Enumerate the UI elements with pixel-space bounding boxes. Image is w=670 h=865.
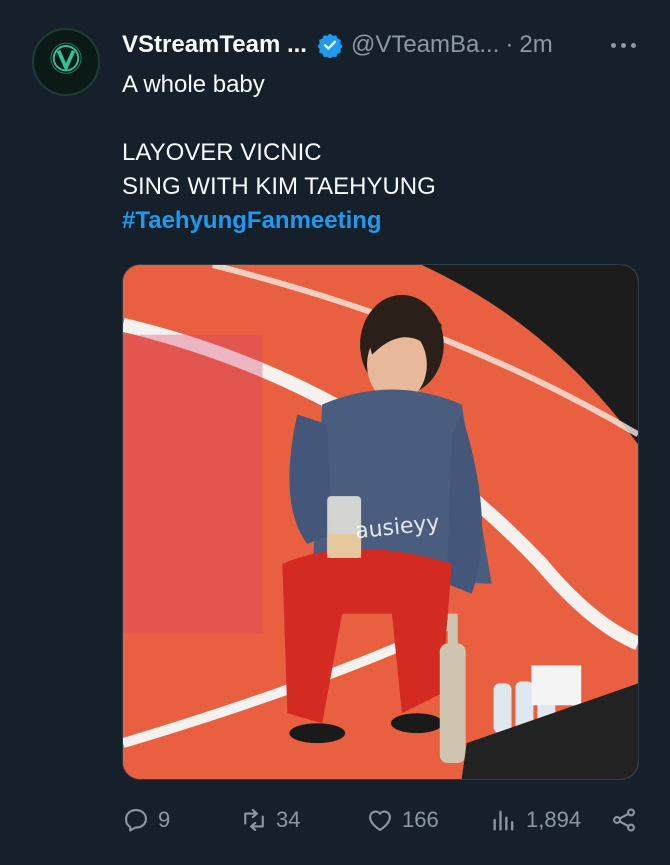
separator-dot: ·	[505, 31, 514, 58]
more-icon[interactable]	[611, 28, 636, 62]
share-icon	[613, 808, 635, 832]
tweet-text-line: SING WITH KIM TAEHYUNG	[122, 173, 436, 200]
tweet-text-line	[122, 102, 642, 136]
heart-icon	[369, 810, 391, 831]
like-button[interactable]: 166	[366, 806, 439, 834]
action-bar: 9 34 166 1,894	[122, 800, 642, 840]
reply-icon	[125, 809, 147, 832]
hashtag-link[interactable]: #TaehyungFanmeeting	[122, 204, 642, 238]
verified-badge-icon	[317, 33, 343, 58]
timestamp[interactable]: 2m	[519, 31, 552, 59]
share-button[interactable]	[610, 806, 638, 834]
reply-count: 9	[158, 807, 171, 832]
views-icon	[493, 810, 514, 831]
retweet-icon	[244, 809, 264, 831]
display-name[interactable]: VStreamTeam ...	[122, 31, 307, 59]
retweet-count: 34	[276, 807, 301, 832]
views-button[interactable]: 1,894	[490, 806, 581, 834]
views-count: 1,894	[526, 807, 582, 832]
handle[interactable]: @VTeamBa...	[351, 31, 499, 59]
like-count: 166	[402, 807, 439, 832]
reply-button[interactable]: 9	[122, 806, 170, 834]
tweet-header: VStreamTeam ... @VTeamBa... · 2m	[122, 28, 650, 62]
v-logo-icon	[34, 30, 98, 94]
tweet-text-line: A whole baby	[122, 71, 265, 98]
avatar[interactable]	[32, 28, 100, 96]
tweet-photo[interactable]: ausieyy	[122, 264, 639, 780]
tweet[interactable]: VStreamTeam ... @VTeamBa... · 2m A whole…	[0, 0, 670, 865]
tweet-text-line: LAYOVER VICNIC	[122, 139, 322, 166]
tweet-text: A whole baby LAYOVER VICNIC SING WITH KI…	[122, 68, 642, 238]
retweet-button[interactable]: 34	[240, 806, 300, 834]
